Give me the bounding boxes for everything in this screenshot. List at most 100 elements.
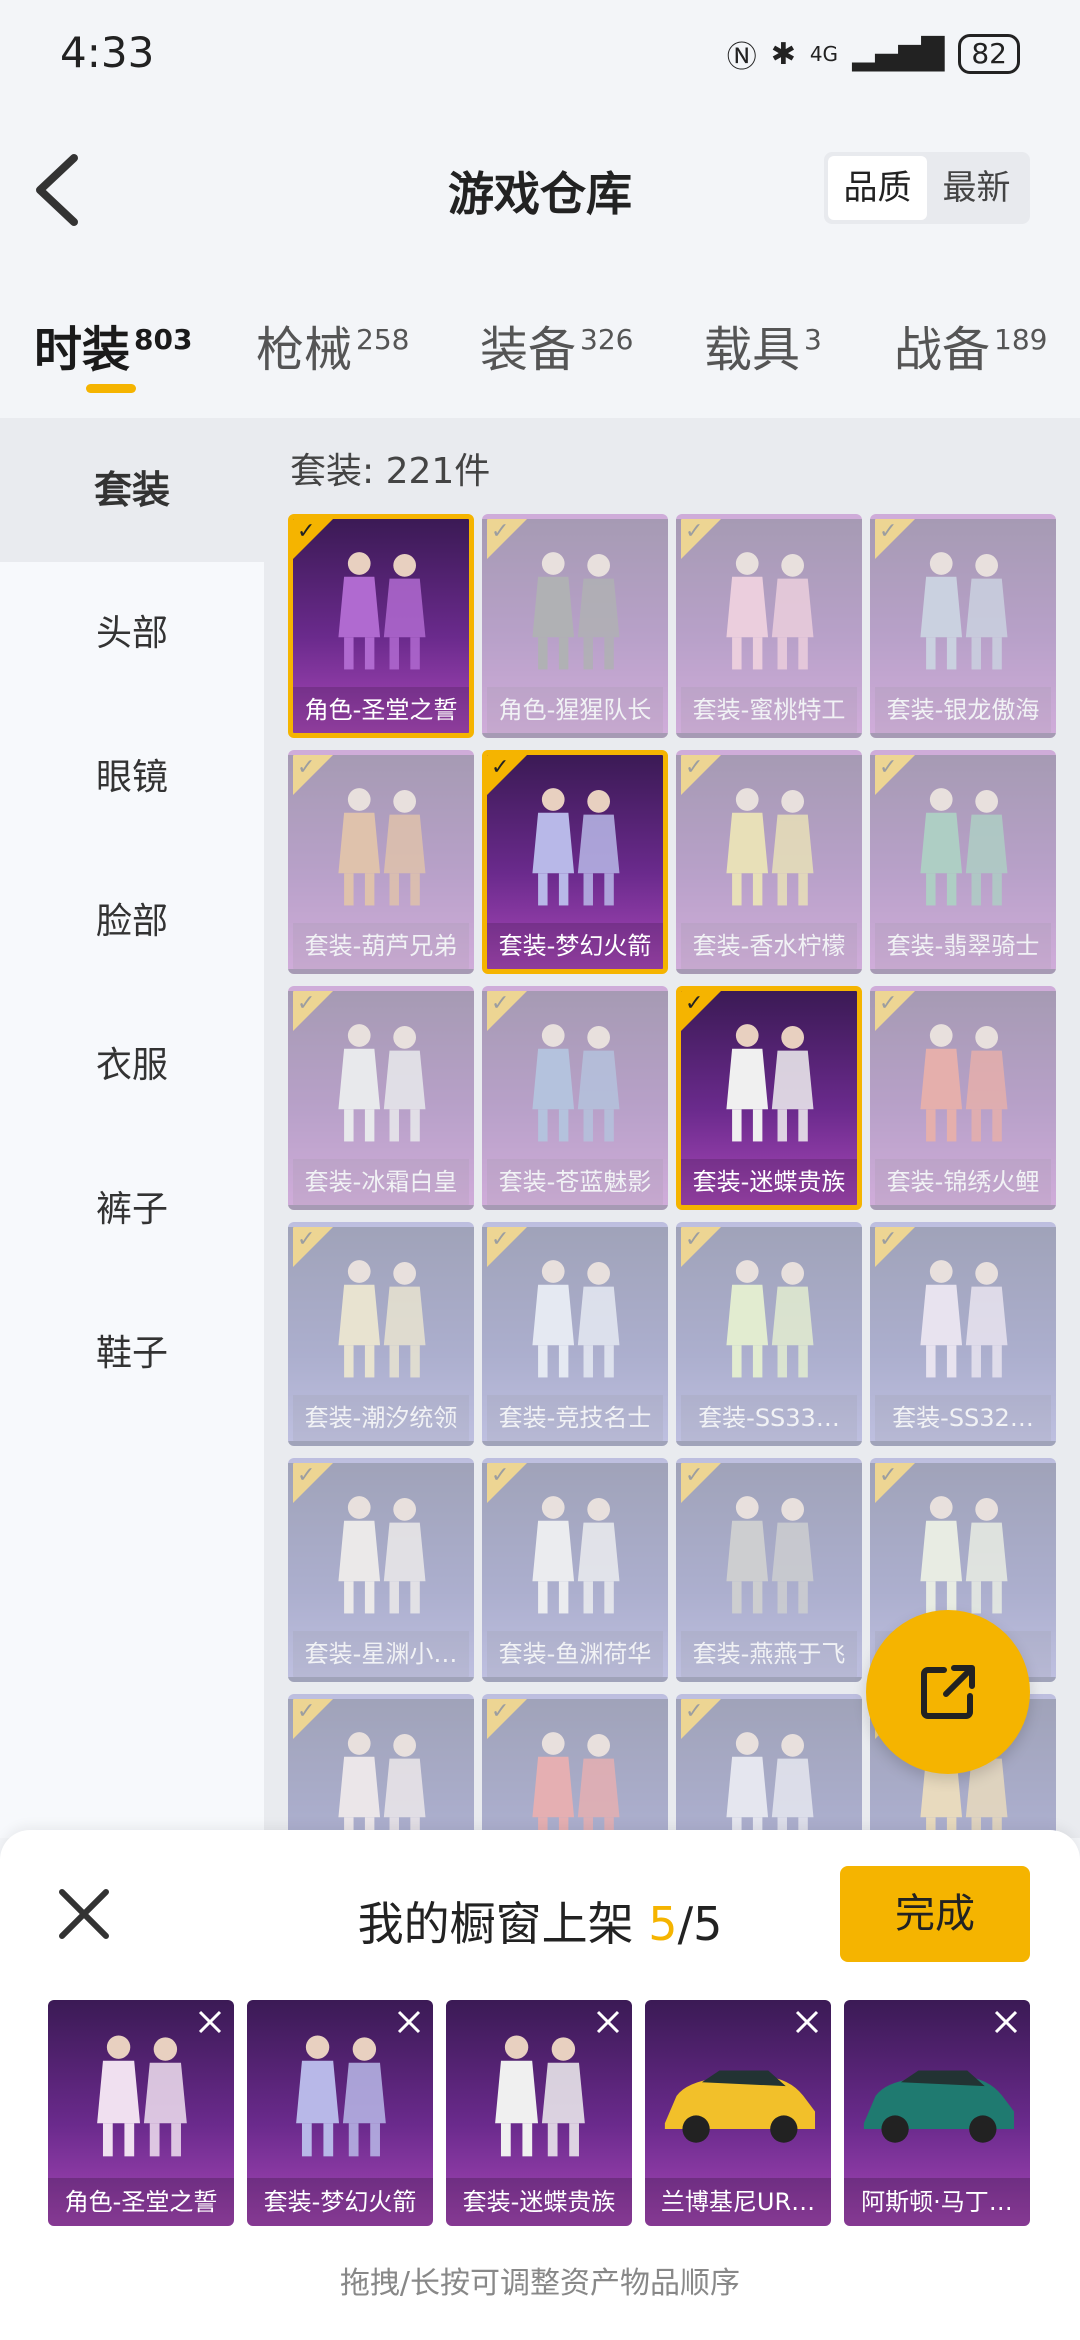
close-icon [596, 2010, 620, 2034]
showcase-item[interactable]: 兰博基尼UR… [645, 2000, 831, 2226]
check-icon: ✓ [297, 1227, 316, 1252]
item-name: 套装-燕燕于飞 [681, 1631, 857, 1677]
item-name: 套装-SS32… [875, 1395, 1051, 1441]
active-tab-indicator [86, 384, 136, 393]
external-link-icon [921, 1665, 975, 1719]
check-icon: ✓ [491, 519, 510, 544]
sidebar-item-glasses[interactable]: 眼镜 [0, 706, 264, 850]
item-card[interactable]: 套装-苍蓝魅影 ✓ [482, 986, 668, 1210]
item-card[interactable]: 角色-圣堂之誓 ✓ [288, 514, 474, 738]
check-icon: ✓ [297, 1699, 316, 1724]
tab-count: 326 [580, 323, 634, 356]
item-card[interactable]: 套装-潮汐统领 ✓ [288, 1222, 474, 1446]
remove-item-button[interactable] [988, 2004, 1024, 2040]
battery-icon: 82 [958, 34, 1020, 74]
sort-quality-option[interactable]: 品质 [828, 156, 927, 220]
item-name: 套装-梦幻火箭 [487, 923, 663, 969]
item-card[interactable]: 套装-银龙傲海 ✓ [870, 514, 1056, 738]
signal-icon: ▂▄▆█ [852, 36, 945, 72]
item-card[interactable]: 套装-竞技名士 ✓ [482, 1222, 668, 1446]
item-card[interactable]: 套装-葫芦兄弟 ✓ [288, 750, 474, 974]
header: 游戏仓库 品质 最新 [0, 130, 1080, 250]
item-card[interactable]: 套装-星渊小… ✓ [288, 1458, 474, 1682]
tab-label: 装备 [480, 322, 577, 378]
tab-equipment[interactable]: 装备 326 [480, 310, 633, 380]
tab-fashion[interactable]: 时装 803 [34, 310, 192, 380]
showcase-total: 5 [693, 1897, 723, 1951]
sidebar-item-clothes[interactable]: 衣服 [0, 994, 264, 1138]
check-icon: ✓ [491, 1699, 510, 1724]
item-card[interactable]: 套装-香水柠檬 ✓ [676, 750, 862, 974]
showcase-item-name: 角色-圣堂之誓 [48, 2178, 234, 2226]
item-card[interactable]: 套装-蜜桃特工 ✓ [676, 514, 862, 738]
item-card[interactable]: ✓ [676, 1694, 862, 1838]
remove-item-button[interactable] [590, 2004, 626, 2040]
item-card[interactable]: ✓ [482, 1694, 668, 1838]
check-icon: ✓ [685, 1699, 704, 1724]
remove-item-button[interactable] [192, 2004, 228, 2040]
status-time: 4:33 [60, 28, 155, 77]
tab-guns[interactable]: 枪械 258 [256, 310, 409, 380]
item-card[interactable]: 套装-SS33… ✓ [676, 1222, 862, 1446]
check-icon: ✓ [685, 1463, 704, 1488]
item-card[interactable]: 套装-锦绣火鲤 ✓ [870, 986, 1056, 1210]
showcase-item[interactable]: 套装-梦幻火箭 [247, 2000, 433, 2226]
tab-count: 803 [134, 323, 193, 356]
check-icon: ✓ [297, 755, 316, 780]
check-icon: ✓ [685, 519, 704, 544]
status-bar: 4:33 Ⓝ ✱ 4G ▂▄▆█ 82 [0, 0, 1080, 110]
sort-toggle: 品质 最新 [824, 152, 1030, 224]
item-card[interactable]: 套装-迷蝶贵族 ✓ [676, 986, 862, 1210]
tab-battle-gear[interactable]: 战备 189 [894, 310, 1047, 380]
category-tabs: 时装 803 枪械 258 装备 326 载具 3 战备 189 [0, 300, 1080, 410]
check-icon: ✓ [879, 1463, 898, 1488]
item-name: 套装-SS33… [681, 1395, 857, 1441]
sort-newest-option[interactable]: 最新 [927, 156, 1026, 220]
item-name: 套装-银龙傲海 [875, 687, 1051, 733]
remove-item-button[interactable] [391, 2004, 427, 2040]
check-icon: ✓ [297, 991, 316, 1016]
check-icon: ✓ [297, 519, 316, 544]
item-name: 套装-星渊小… [293, 1631, 469, 1677]
sidebar-item-pants[interactable]: 裤子 [0, 1138, 264, 1282]
check-icon: ✓ [879, 991, 898, 1016]
check-icon: ✓ [491, 1463, 510, 1488]
showcase-title-text: 我的橱窗上架 [357, 1897, 634, 1951]
close-icon [198, 2010, 222, 2034]
check-icon: ✓ [297, 1463, 316, 1488]
item-name: 套装-冰霜白皇 [293, 1159, 469, 1205]
sidebar-item-head[interactable]: 头部 [0, 562, 264, 706]
close-icon [994, 2010, 1018, 2034]
item-card[interactable]: 套装-冰霜白皇 ✓ [288, 986, 474, 1210]
showcase-item-name: 阿斯顿·马丁… [844, 2178, 1030, 2226]
item-card[interactable]: ✓ [288, 1694, 474, 1838]
sidebar-item-suits[interactable]: 套装 [0, 418, 264, 562]
showcase-item[interactable]: 套装-迷蝶贵族 [446, 2000, 632, 2226]
subcategory-sidebar: 套装 头部 眼镜 脸部 衣服 裤子 鞋子 [0, 418, 264, 1838]
share-button[interactable] [866, 1610, 1030, 1774]
item-name: 套装-翡翠骑士 [875, 923, 1051, 969]
remove-item-button[interactable] [789, 2004, 825, 2040]
tab-count: 3 [804, 323, 822, 356]
item-card[interactable]: 套装-鱼渊荷华 ✓ [482, 1458, 668, 1682]
item-card[interactable]: 套装-翡翠骑士 ✓ [870, 750, 1056, 974]
close-icon [795, 2010, 819, 2034]
sidebar-item-face[interactable]: 脸部 [0, 850, 264, 994]
check-icon: ✓ [491, 1227, 510, 1252]
item-card[interactable]: 套装-梦幻火箭 ✓ [482, 750, 668, 974]
item-card[interactable]: 套装-SS32… ✓ [870, 1222, 1056, 1446]
item-name: 套装-鱼渊荷华 [487, 1631, 663, 1677]
item-name: 套装-苍蓝魅影 [487, 1159, 663, 1205]
showcase-item[interactable]: 阿斯顿·马丁… [844, 2000, 1030, 2226]
showcase-item[interactable]: 角色-圣堂之誓 [48, 2000, 234, 2226]
item-name: 套装-锦绣火鲤 [875, 1159, 1051, 1205]
item-card[interactable]: 套装-燕燕于飞 ✓ [676, 1458, 862, 1682]
item-count-label: 套装: 221件 [290, 451, 491, 492]
sidebar-item-shoes[interactable]: 鞋子 [0, 1282, 264, 1426]
done-button[interactable]: 完成 [840, 1866, 1030, 1962]
item-name: 套装-竞技名士 [487, 1395, 663, 1441]
item-card[interactable]: 角色-猩猩队长 ✓ [482, 514, 668, 738]
network-label: 4G [809, 42, 839, 66]
tab-vehicles[interactable]: 载具 3 [704, 310, 822, 380]
bluetooth-icon: ✱ [770, 36, 796, 72]
